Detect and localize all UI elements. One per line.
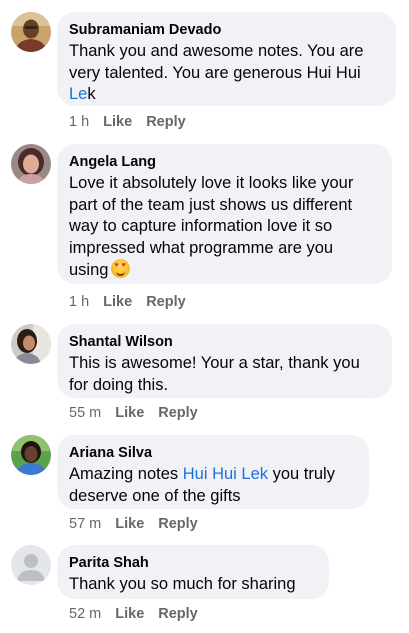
- comment-bubble: Shantal Wilson This is awesome! Your a s…: [57, 324, 392, 398]
- comment-text: Thank you and awesome notes. You are ver…: [69, 42, 364, 103]
- comment-text: Thank you so much for sharing: [69, 575, 296, 593]
- reply-button[interactable]: Reply: [146, 113, 186, 131]
- commenter-name[interactable]: Angela Lang: [69, 153, 380, 171]
- comment-actions: 55 m Like Reply: [69, 404, 198, 422]
- user-avatar-icon: [11, 324, 51, 364]
- reply-button[interactable]: Reply: [146, 293, 186, 311]
- user-avatar-icon: [11, 12, 51, 52]
- like-button[interactable]: Like: [103, 113, 132, 131]
- reply-button[interactable]: Reply: [158, 515, 198, 533]
- avatar[interactable]: [11, 12, 51, 52]
- reply-button[interactable]: Reply: [158, 605, 198, 623]
- comment-bubble: Ariana Silva Amazing notes Hui Hui Lek y…: [57, 435, 369, 509]
- comment-actions: 1 h Like Reply: [69, 113, 186, 131]
- timestamp[interactable]: 55 m: [69, 404, 101, 422]
- avatar[interactable]: [11, 545, 51, 585]
- comment-actions: 52 m Like Reply: [69, 605, 198, 623]
- timestamp[interactable]: 1 h: [69, 293, 89, 311]
- avatar[interactable]: [11, 144, 51, 184]
- default-profile-icon: [11, 545, 51, 585]
- comment-bubble: Subramaniam Devado Thank you and awesome…: [57, 12, 396, 106]
- like-button[interactable]: Like: [115, 605, 144, 623]
- mention-link[interactable]: Le: [69, 85, 87, 103]
- like-button[interactable]: Like: [103, 293, 132, 311]
- comment-actions: 57 m Like Reply: [69, 515, 198, 533]
- comment-text: This is awesome! Your a star, thank you …: [69, 354, 360, 394]
- comment-bubble: Angela Lang Love it absolutely love it l…: [57, 144, 392, 284]
- like-button[interactable]: Like: [115, 515, 144, 533]
- timestamp[interactable]: 57 m: [69, 515, 101, 533]
- commenter-name[interactable]: Parita Shah: [69, 554, 317, 572]
- commenter-name[interactable]: Ariana Silva: [69, 444, 357, 462]
- user-avatar-icon: [11, 435, 51, 475]
- commenter-name[interactable]: Shantal Wilson: [69, 333, 380, 351]
- comment-actions: 1 h Like Reply: [69, 293, 186, 311]
- heart-eyes-emoji-icon: ♥ ♥: [111, 259, 131, 278]
- comment-bubble: Parita Shah Thank you so much for sharin…: [57, 545, 329, 599]
- like-button[interactable]: Like: [115, 404, 144, 422]
- comment-text: Love it absolutely love it looks like yo…: [69, 174, 354, 279]
- commenter-name[interactable]: Subramaniam Devado: [69, 21, 384, 39]
- reply-button[interactable]: Reply: [158, 404, 198, 422]
- user-avatar-icon: [11, 144, 51, 184]
- avatar[interactable]: [11, 435, 51, 475]
- timestamp[interactable]: 52 m: [69, 605, 101, 623]
- mention-link[interactable]: Hui Hui Lek: [183, 465, 268, 483]
- avatar[interactable]: [11, 324, 51, 364]
- timestamp[interactable]: 1 h: [69, 113, 89, 131]
- comment-text: Amazing notes Hui Hui Lek you truly dese…: [69, 465, 335, 505]
